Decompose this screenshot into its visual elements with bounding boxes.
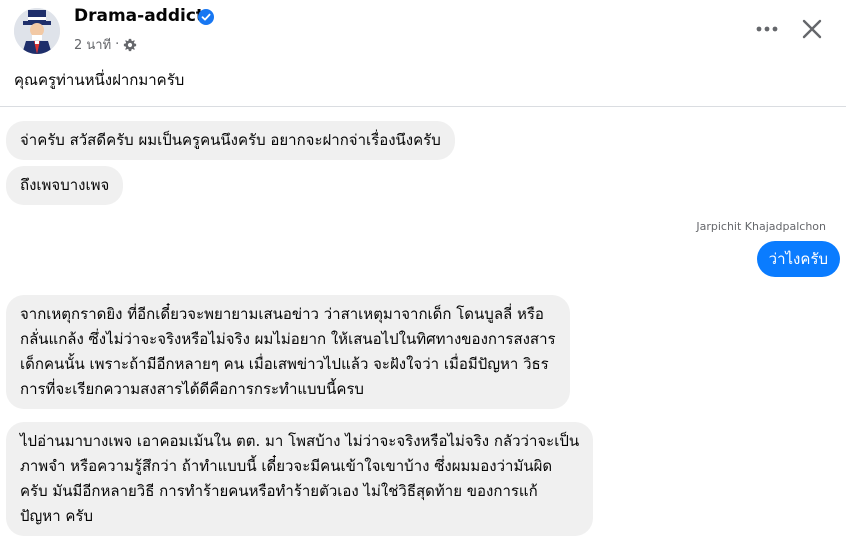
message-line: กลั่นแกล้ง ซึ่งไม่ว่าจะจริงหรือไม่จริง ผ…	[20, 330, 556, 348]
incoming-message: ถึงเพจบางเพจ	[6, 166, 124, 205]
outgoing-message: ว่าไงครับ	[756, 241, 840, 277]
message-line: ครับ มันมีอีกหลายวิธี การทำร้ายคนหรือทำร…	[20, 482, 538, 500]
close-button[interactable]	[797, 14, 827, 44]
message-line: ภาพจำ หรือความรู้สึกว่า ถ้าทำแบบนี้ เดี๋…	[20, 457, 553, 475]
message-line: การที่จะเรียกความสงสารได้ดีคือการกระทำแบ…	[20, 380, 364, 398]
avatar[interactable]	[14, 8, 60, 54]
incoming-message-long: ไปอ่านมาบางเพจ เอาคอมเม้นใน ตต. มา โพสบ้…	[6, 422, 594, 536]
message-line: เด็กคนนั้น เพราะถ้ามีอีกหลายๆ คน เมื่อเส…	[20, 355, 549, 373]
reply-sender-name: Jarpichit Khajadpalchon	[696, 220, 826, 233]
verified-badge-icon	[198, 9, 214, 25]
more-options-icon	[756, 26, 778, 32]
post-meta: 2 นาที ·	[74, 34, 137, 55]
gear-icon[interactable]	[123, 38, 137, 52]
meta-separator: ·	[115, 37, 120, 52]
message-line: ปัญหา ครับ	[20, 507, 93, 525]
incoming-message-long: จากเหตุกราดยิง ที่อีกเดี๋ยวจะพยายามเสนอข…	[6, 295, 570, 409]
author-name[interactable]: Drama-addict	[74, 6, 204, 26]
more-options-button[interactable]	[752, 14, 782, 44]
post-caption: คุณครูท่านหนึ่งฝากมาครับ	[14, 71, 185, 89]
incoming-message: จ่าครับ สวัสดีครับ ผมเป็นครูคนนึงครับ อย…	[6, 121, 455, 160]
close-icon	[802, 19, 822, 39]
post-header: Drama-addict 2 นาที · คุณครูท่านหนึ่งฝาก…	[0, 0, 846, 107]
uncle-sam-avatar-image	[14, 8, 60, 54]
chat-screenshot: จ่าครับ สวัสดีครับ ผมเป็นครูคนนึงครับ อย…	[0, 107, 846, 538]
post-time[interactable]: 2 นาที	[74, 34, 111, 55]
message-line: จากเหตุกราดยิง ที่อีกเดี๋ยวจะพยายามเสนอข…	[20, 305, 544, 323]
message-line: ไปอ่านมาบางเพจ เอาคอมเม้นใน ตต. มา โพสบ้…	[20, 432, 580, 450]
